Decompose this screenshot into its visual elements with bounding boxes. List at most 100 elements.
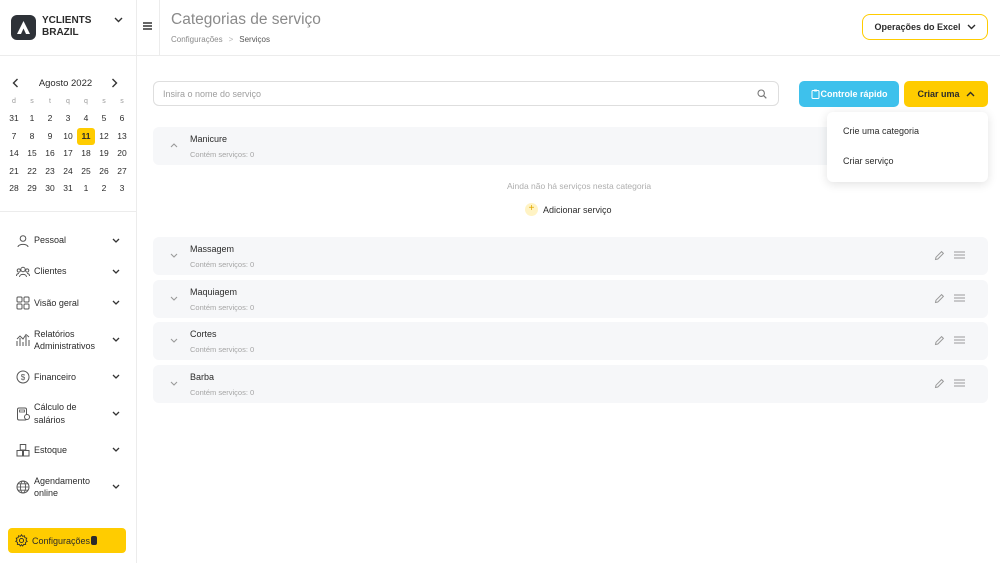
calendar-day[interactable]: 27 bbox=[113, 163, 131, 181]
calendar-day[interactable]: 13 bbox=[113, 128, 131, 146]
chevron-down-icon bbox=[967, 24, 976, 30]
category-row[interactable]: Maquiagem Contém serviços: 0 bbox=[153, 280, 988, 318]
calendar-weekday: d bbox=[12, 98, 16, 105]
calendar-day[interactable]: 8 bbox=[23, 128, 41, 146]
category-row[interactable]: Cortes Contém serviços: 0 bbox=[153, 322, 988, 360]
calendar-day[interactable]: 28 bbox=[5, 180, 23, 198]
sidebar-item-financeiro[interactable]: $ Financeiro bbox=[10, 362, 128, 392]
pencil-icon[interactable] bbox=[934, 293, 945, 304]
calendar-day[interactable]: 20 bbox=[113, 145, 131, 163]
sidebar-item-pessoal[interactable]: Pessoal bbox=[10, 226, 128, 255]
calendar-day[interactable]: 2 bbox=[95, 180, 113, 198]
sidebar-item-visao-geral[interactable]: Visão geral bbox=[10, 288, 128, 318]
calendar-day[interactable]: 26 bbox=[95, 163, 113, 181]
person-icon bbox=[17, 234, 29, 247]
calendar-day[interactable]: 6 bbox=[113, 110, 131, 128]
calendar-header: Agosto 2022 bbox=[8, 76, 126, 92]
chevron-down-icon bbox=[112, 269, 120, 274]
calendar-day[interactable]: 21 bbox=[5, 163, 23, 181]
breadcrumb-item[interactable]: Configurações bbox=[171, 35, 223, 44]
calendar-day[interactable]: 1 bbox=[77, 180, 95, 198]
calendar-day-today[interactable]: 11 bbox=[77, 127, 95, 146]
drag-handle-icon[interactable] bbox=[954, 251, 965, 259]
chevron-down-icon[interactable] bbox=[170, 381, 178, 386]
calendar-day[interactable]: 9 bbox=[41, 128, 59, 146]
calendar-day[interactable]: 17 bbox=[59, 145, 77, 163]
calendar-day[interactable]: 30 bbox=[41, 180, 59, 198]
calendar-day[interactable]: 7 bbox=[5, 128, 23, 146]
menu-icon[interactable] bbox=[143, 22, 152, 30]
svg-text:$: $ bbox=[21, 373, 26, 382]
calendar-weekday: q bbox=[66, 98, 70, 105]
calendar-day[interactable]: 2 bbox=[41, 110, 59, 128]
sidebar-item-relatorios[interactable]: Relatórios Administrativos bbox=[10, 318, 128, 362]
calendar-weekday: s bbox=[30, 98, 34, 105]
quick-control-button[interactable]: Controle rápido bbox=[799, 81, 899, 107]
calendar-next-icon[interactable] bbox=[111, 78, 118, 88]
calendar-day[interactable]: 3 bbox=[113, 180, 131, 198]
calendar-day[interactable]: 16 bbox=[41, 145, 59, 163]
calendar-day[interactable]: 1 bbox=[23, 110, 41, 128]
calendar-prev-icon[interactable] bbox=[12, 78, 19, 88]
pencil-icon[interactable] bbox=[934, 250, 945, 261]
calendar-day[interactable]: 4 bbox=[77, 110, 95, 128]
sidebar-item-agendamento-online[interactable]: Agendamento online bbox=[10, 465, 128, 509]
search-icon[interactable] bbox=[757, 89, 767, 99]
chevron-down-icon bbox=[112, 484, 120, 489]
calendar-day[interactable]: 12 bbox=[95, 128, 113, 146]
chevron-down-icon bbox=[112, 300, 120, 305]
plus-icon: + bbox=[525, 203, 538, 216]
brand-switcher[interactable]: YCLIENTS BRAZIL bbox=[0, 0, 137, 56]
sidebar-item-label: Cálculo de salários bbox=[34, 402, 77, 425]
sidebar: YCLIENTS BRAZIL Agosto 2022 d s t q q s s 31 1 2 3… bbox=[0, 0, 137, 563]
calendar-day[interactable]: 31 bbox=[59, 180, 77, 198]
calendar-day[interactable]: 15 bbox=[23, 145, 41, 163]
calendar-day[interactable]: 23 bbox=[41, 163, 59, 181]
pencil-icon[interactable] bbox=[934, 378, 945, 389]
create-button[interactable]: Criar uma bbox=[904, 81, 988, 107]
chevron-down-icon[interactable] bbox=[170, 296, 178, 301]
calendar-day[interactable]: 29 bbox=[23, 180, 41, 198]
sidebar-item-estoque[interactable]: Estoque bbox=[10, 435, 128, 465]
search-input[interactable] bbox=[163, 87, 743, 101]
chevron-down-icon[interactable] bbox=[170, 338, 178, 343]
drag-handle-icon[interactable] bbox=[954, 294, 965, 302]
calendar-day[interactable]: 24 bbox=[59, 163, 77, 181]
sidebar-item-label: Relatórios Administrativos bbox=[34, 328, 96, 352]
chevron-up-icon[interactable] bbox=[170, 143, 178, 148]
breadcrumb: Configurações > Serviços bbox=[171, 35, 270, 44]
chevron-up-icon bbox=[966, 91, 975, 97]
pencil-icon[interactable] bbox=[934, 335, 945, 346]
create-dropdown-menu: Crie uma categoria Criar serviço bbox=[827, 112, 988, 182]
calendar-day[interactable]: 5 bbox=[95, 110, 113, 128]
add-service-label: Adicionar serviço bbox=[543, 204, 612, 215]
drag-handle-icon[interactable] bbox=[954, 336, 965, 344]
category-row[interactable]: Barba Contém serviços: 0 bbox=[153, 365, 988, 403]
chevron-down-icon bbox=[112, 238, 120, 243]
search-box bbox=[153, 81, 779, 106]
category-row[interactable]: Massagem Contém serviços: 0 bbox=[153, 237, 988, 275]
create-label: Criar uma bbox=[917, 89, 960, 99]
calendar-day[interactable]: 14 bbox=[5, 145, 23, 163]
calendar-weekday: q bbox=[84, 98, 88, 105]
sidebar-item-calculo-salarios[interactable]: Cálculo de salários bbox=[10, 392, 128, 435]
calendar-day[interactable]: 19 bbox=[95, 145, 113, 163]
excel-operations-button[interactable]: Operações do Excel bbox=[862, 14, 988, 40]
chart-icon bbox=[16, 333, 30, 346]
calendar-day[interactable]: 31 bbox=[5, 110, 23, 128]
add-service-button[interactable]: + Adicionar serviço bbox=[525, 203, 612, 216]
calendar-day[interactable]: 3 bbox=[59, 110, 77, 128]
calendar-day[interactable]: 10 bbox=[59, 128, 77, 146]
category-count: Contém serviços: 0 bbox=[190, 345, 255, 354]
sidebar-item-clientes[interactable]: Clientes bbox=[10, 255, 128, 288]
calendar-day[interactable]: 25 bbox=[77, 163, 95, 181]
menu-item-create-category[interactable]: Crie uma categoria bbox=[843, 126, 919, 136]
sidebar-item-label: Visão geral bbox=[34, 297, 79, 308]
app: YCLIENTS BRAZIL Agosto 2022 d s t q q s s 31 1 2 3… bbox=[0, 0, 1000, 563]
chevron-down-icon[interactable] bbox=[170, 253, 178, 258]
calendar-day[interactable]: 22 bbox=[23, 163, 41, 181]
menu-item-create-service[interactable]: Criar serviço bbox=[843, 156, 894, 166]
calendar-day[interactable]: 18 bbox=[77, 145, 95, 163]
drag-handle-icon[interactable] bbox=[954, 379, 965, 387]
settings-button[interactable]: Configurações bbox=[8, 528, 126, 553]
